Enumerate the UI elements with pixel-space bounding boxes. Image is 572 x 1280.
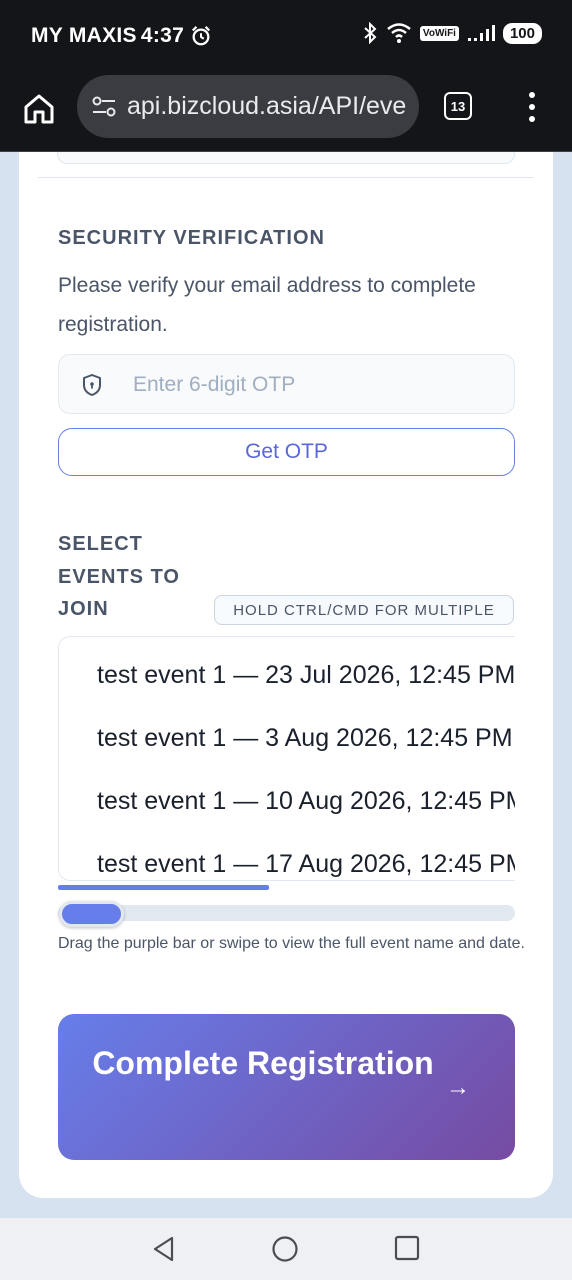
otp-input[interactable]	[133, 365, 503, 405]
status-bar: MY MAXIS 4:37 VoWiFi 100	[0, 0, 572, 68]
vowifi-badge: VoWiFi	[419, 25, 459, 41]
recent-apps-icon[interactable]	[394, 1235, 420, 1261]
overflow-menu-icon[interactable]	[522, 92, 542, 122]
battery-indicator: 100	[502, 22, 542, 44]
security-section-title: SECURITY VERIFICATION	[58, 227, 325, 249]
arrow-right-icon: →	[446, 1074, 470, 1101]
previous-field[interactable]	[57, 152, 515, 164]
tab-switcher-button[interactable]: 13	[444, 92, 472, 120]
site-settings-icon[interactable]	[91, 95, 117, 119]
signal-icon	[467, 25, 495, 41]
tab-count: 13	[450, 98, 466, 114]
security-description: Please verify your email address to comp…	[58, 274, 476, 336]
bluetooth-icon	[364, 22, 377, 44]
alarm-icon	[192, 26, 211, 46]
drag-hint: Drag the purple bar or swipe to view the…	[58, 935, 525, 952]
clock: 4:37	[140, 24, 185, 47]
complete-registration-button[interactable]: Complete Registration →	[58, 1014, 515, 1160]
system-nav-bar	[0, 1218, 572, 1280]
home-icon[interactable]	[22, 92, 56, 126]
multi-select-hint: HOLD CTRL/CMD FOR MULTIPLE	[214, 595, 514, 625]
section-divider	[38, 177, 534, 178]
back-icon[interactable]	[150, 1235, 178, 1263]
event-option[interactable]: test event 1 — 17 Aug 2026, 12:45 PM	[97, 850, 515, 879]
status-left: MY MAXIS 4:37	[31, 24, 212, 48]
event-scroll-thumb[interactable]	[59, 901, 124, 927]
url-text[interactable]: api.bizcloud.asia/API/eve	[127, 92, 409, 121]
otp-field[interactable]	[58, 354, 515, 414]
status-right: VoWiFi 100	[362, 22, 542, 44]
event-option[interactable]: test event 1 — 10 Aug 2026, 12:45 PM	[97, 787, 515, 816]
registration-card: SECURITY VERIFICATION Please verify your…	[19, 152, 553, 1198]
event-scroll-track[interactable]	[58, 905, 515, 921]
submit-label: Complete Registration	[92, 1045, 434, 1081]
get-otp-button[interactable]: Get OTP	[58, 428, 515, 476]
wifi-icon	[387, 23, 411, 43]
list-scroll-indicator	[58, 885, 269, 890]
browser-toolbar: api.bizcloud.asia/API/eve 13	[0, 68, 572, 152]
event-select-list[interactable]: test event 1 — 23 Jul 2026, 12:45 PM tes…	[58, 636, 515, 881]
address-bar[interactable]: api.bizcloud.asia/API/eve	[77, 75, 419, 138]
carrier-name: MY MAXIS	[31, 24, 137, 47]
event-option[interactable]: test event 1 — 3 Aug 2026, 12:45 PM	[97, 724, 513, 753]
events-section-title: SELECT EVENTS TO JOIN	[58, 533, 180, 620]
event-option[interactable]: test event 1 — 23 Jul 2026, 12:45 PM	[97, 661, 515, 690]
home-circle-icon[interactable]	[271, 1235, 299, 1263]
shield-icon	[83, 374, 101, 396]
